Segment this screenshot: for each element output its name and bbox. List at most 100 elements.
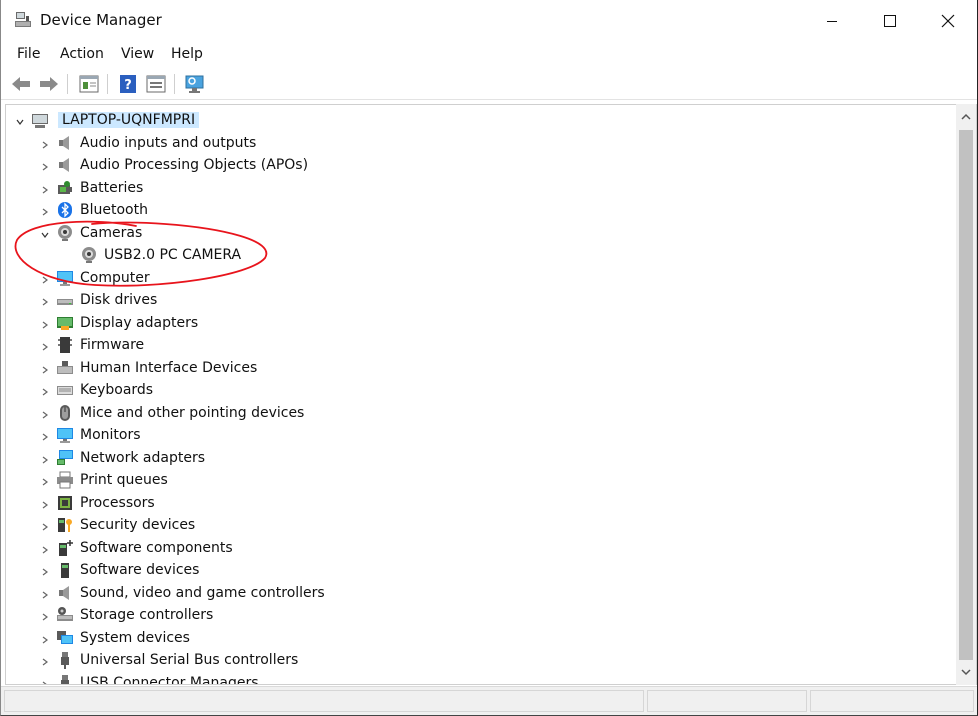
back-button[interactable] — [9, 72, 33, 96]
forward-button[interactable] — [37, 72, 61, 96]
device-tree: LAPTOP-UQNFMPRI Audio inputs and outputs A… — [5, 104, 977, 685]
properties-button[interactable] — [77, 72, 101, 96]
tree-item-label: Storage controllers — [80, 607, 214, 623]
tree-category[interactable]: Disk drives — [6, 289, 956, 311]
disk-drive-icon — [56, 291, 74, 309]
vertical-scrollbar[interactable] — [956, 104, 976, 685]
tree-category[interactable]: Security devices — [6, 514, 956, 536]
storage-controller-icon — [56, 606, 74, 624]
help-icon: ? — [120, 75, 136, 93]
expand-chevron-right-icon[interactable] — [40, 340, 50, 351]
tree-item-label: USB Connector Managers — [80, 674, 259, 685]
expand-chevron-right-icon[interactable] — [40, 205, 50, 216]
device-manager-icon — [13, 10, 33, 30]
scroll-down-icon[interactable] — [960, 667, 972, 677]
expand-chevron-right-icon[interactable] — [40, 273, 50, 283]
expand-chevron-right-icon[interactable] — [40, 475, 50, 486]
tree-item-label: Network adapters — [80, 449, 205, 466]
expand-chevron-right-icon[interactable] — [40, 565, 50, 576]
tree-item-label: Audio inputs and outputs — [80, 134, 257, 151]
expand-chevron-right-icon[interactable] — [40, 295, 50, 306]
mouse-icon — [56, 404, 74, 422]
expand-chevron-right-icon[interactable] — [40, 138, 50, 148]
tree-item-label: Software components — [80, 539, 233, 556]
expand-chevron-right-icon[interactable] — [40, 408, 50, 418]
printer-icon — [56, 471, 74, 489]
tree-category[interactable]: Storage controllers — [6, 604, 956, 626]
tree-category[interactable]: System devices — [6, 627, 956, 649]
expand-chevron-right-icon[interactable] — [40, 543, 50, 553]
minimize-icon — [827, 21, 837, 22]
tree-category[interactable]: Firmware — [6, 334, 956, 356]
expand-chevron-right-icon[interactable] — [40, 588, 50, 598]
tree-root-computer[interactable]: LAPTOP-UQNFMPRI — [6, 109, 956, 131]
maximize-button[interactable] — [861, 0, 919, 42]
tree-item-label: Universal Serial Bus controllers — [80, 652, 299, 668]
menu-help[interactable]: Help — [171, 46, 203, 62]
forward-icon — [40, 77, 58, 91]
expand-chevron-right-icon[interactable] — [40, 633, 50, 643]
tree-category[interactable]: Software devices — [6, 559, 956, 581]
properties-icon — [79, 75, 99, 93]
tree-item-label: Display adapters — [80, 314, 199, 331]
tree-category[interactable]: Monitors — [6, 424, 956, 446]
expand-chevron-right-icon[interactable] — [40, 318, 50, 328]
battery-icon — [56, 179, 74, 197]
expand-chevron-right-icon[interactable] — [40, 183, 50, 193]
expand-chevron-right-icon[interactable] — [40, 453, 50, 463]
close-button[interactable] — [919, 0, 977, 42]
usb-icon — [56, 674, 74, 684]
expand-chevron-right-icon[interactable] — [40, 160, 50, 171]
tree-category[interactable]: Batteries — [6, 177, 956, 199]
expand-chevron-right-icon[interactable] — [40, 385, 50, 396]
software-component-icon — [56, 539, 74, 557]
menu-file[interactable]: File — [17, 46, 40, 62]
tree-category[interactable]: Computer — [6, 267, 956, 289]
tree-category[interactable]: Network adapters — [6, 447, 956, 469]
tree-category[interactable]: Cameras — [6, 222, 956, 244]
expand-chevron-right-icon[interactable] — [40, 430, 50, 441]
tree-category[interactable]: USB Connector Managers — [6, 672, 956, 685]
tree-category[interactable]: Display adapters — [6, 312, 956, 334]
expand-chevron-right-icon[interactable] — [40, 363, 50, 373]
expand-chevron-right-icon[interactable] — [40, 520, 50, 531]
status-segment — [647, 690, 807, 712]
details-button[interactable] — [144, 72, 168, 96]
title-bar[interactable]: Device Manager — [1, 0, 977, 42]
expand-chevron-right-icon[interactable] — [40, 655, 50, 666]
scroll-up-icon[interactable] — [960, 112, 972, 122]
help-button[interactable]: ? — [116, 72, 140, 96]
minimize-button[interactable] — [803, 0, 861, 42]
tree-category[interactable]: Software components — [6, 537, 956, 559]
tree-category[interactable]: Human Interface Devices — [6, 357, 956, 379]
tree-item-label: Security devices — [80, 517, 196, 533]
tree-category[interactable]: Print queues — [6, 469, 956, 491]
tree-category[interactable]: Mice and other pointing devices — [6, 402, 956, 424]
tree-category[interactable]: Audio Processing Objects (APOs) — [6, 154, 956, 176]
scan-hardware-button[interactable] — [183, 72, 207, 96]
expand-chevron-right-icon[interactable] — [40, 678, 50, 684]
tree-item-label: Computer — [80, 269, 150, 286]
tree-item-label: Print queues — [80, 472, 168, 488]
tree-item-label: USB2.0 PC CAMERA — [104, 247, 242, 263]
menu-action[interactable]: Action — [60, 46, 104, 62]
software-device-icon — [56, 561, 74, 579]
tree-item-label: LAPTOP-UQNFMPRI — [58, 112, 200, 128]
tree-category[interactable]: Sound, video and game controllers — [6, 582, 956, 604]
tree-category[interactable]: Bluetooth — [6, 199, 956, 221]
device-manager-window: Device Manager File Action View Help ? L… — [0, 0, 978, 716]
expand-chevron-down-icon[interactable] — [40, 228, 50, 238]
tree-category[interactable]: Universal Serial Bus controllers — [6, 649, 956, 671]
scrollbar-thumb[interactable] — [959, 130, 973, 660]
tree-category[interactable]: Keyboards — [6, 379, 956, 401]
tree-device[interactable]: USB2.0 PC CAMERA — [6, 244, 956, 266]
tree-category[interactable]: Audio inputs and outputs — [6, 132, 956, 154]
maximize-icon — [884, 15, 896, 27]
window-title: Device Manager — [40, 11, 162, 29]
menu-view[interactable]: View — [121, 46, 154, 62]
expand-chevron-right-icon[interactable] — [40, 498, 50, 508]
expand-chevron-down-icon[interactable] — [15, 115, 25, 125]
tree-category[interactable]: Processors — [6, 492, 956, 514]
expand-chevron-right-icon[interactable] — [40, 610, 50, 621]
camera-icon — [80, 246, 98, 264]
